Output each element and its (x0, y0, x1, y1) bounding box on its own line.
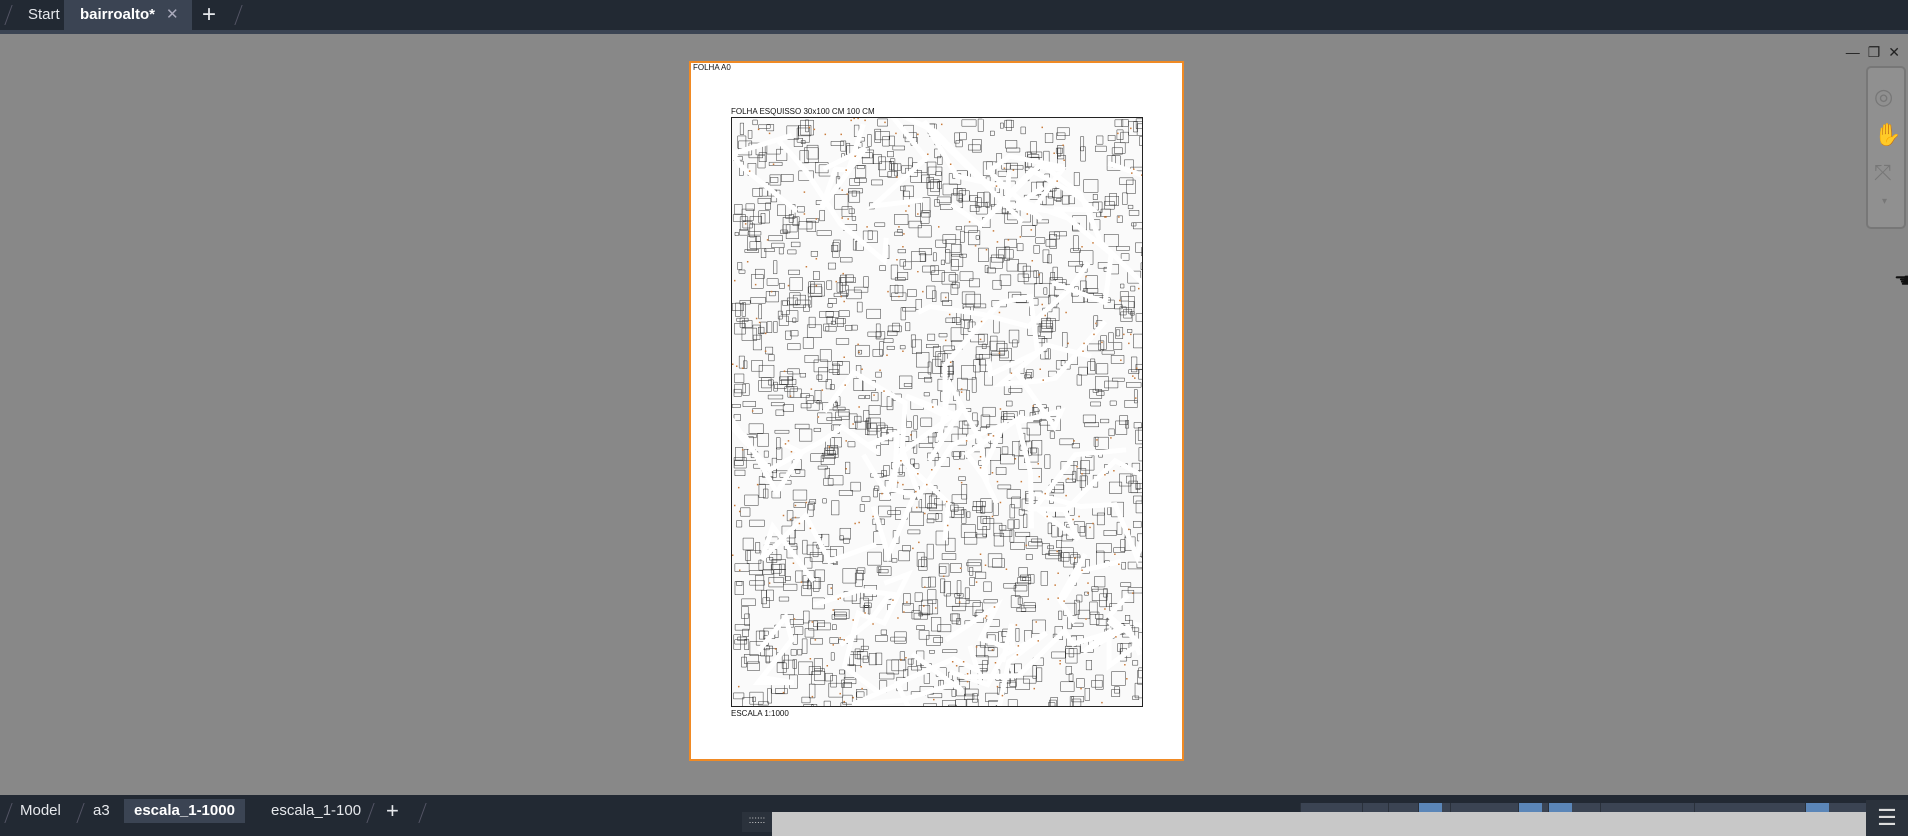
tab-start[interactable]: Start (20, 0, 68, 30)
chevron-down-icon[interactable]: ▾ (1882, 196, 1887, 207)
command-line-grip[interactable]: :::::: (742, 812, 772, 832)
viewport-window-controls: — ❐ ✕ (1846, 44, 1900, 61)
tab-a3[interactable]: a3 (93, 799, 110, 823)
tab-separator (366, 803, 375, 823)
tab-separator (76, 803, 85, 823)
tab-model[interactable]: Model (20, 799, 61, 823)
tab-separator (4, 5, 13, 25)
map-title-text: FOLHA ESQUISSO 30x100 CM 100 CM (731, 107, 875, 116)
pan-hand-icon[interactable]: ✋ (1874, 122, 1901, 148)
zoom-extents-icon[interactable]: ⤧ (1874, 160, 1892, 186)
close-icon[interactable]: ✕ (1888, 44, 1900, 61)
tab-bairroalto[interactable]: bairroalto* ✕ (64, 0, 192, 30)
sheet-title-text: FOLHA A0 (693, 63, 731, 72)
tab-label: bairroalto* (80, 6, 156, 23)
close-tab-icon[interactable]: ✕ (166, 0, 179, 30)
tab-escala-1-1000[interactable]: escala_1-1000 (124, 799, 245, 823)
tab-separator (234, 5, 243, 25)
minimize-icon[interactable]: — (1846, 44, 1860, 61)
tab-underline (0, 30, 1908, 34)
command-line-input[interactable] (772, 812, 1866, 836)
hand-cursor-icon: ☚ (1894, 270, 1908, 292)
navigation-bar: ◎ ✋ ⤧ ▾ (1866, 66, 1906, 229)
street-lines (732, 118, 1142, 706)
new-layout-button[interactable]: + (386, 799, 399, 823)
map-viewport[interactable] (731, 117, 1143, 707)
scale-label-text: ESCALA 1:1000 (731, 709, 789, 718)
document-tab-bar: Start bairroalto* ✕ + (0, 0, 1908, 30)
new-tab-button[interactable]: + (202, 0, 222, 30)
tab-separator (4, 803, 13, 823)
restore-icon[interactable]: ❐ (1868, 44, 1881, 61)
customization-menu-icon[interactable]: ☰ (1866, 800, 1908, 836)
layout-paper-sheet[interactable]: FOLHA A0 FOLHA ESQUISSO 30x100 CM 100 CM… (689, 61, 1184, 761)
tab-label: Start (28, 6, 60, 23)
tab-separator (418, 803, 427, 823)
steering-wheel-2d-icon[interactable]: ◎ (1874, 84, 1893, 110)
tab-escala-1-100[interactable]: escala_1-100 (271, 799, 361, 823)
